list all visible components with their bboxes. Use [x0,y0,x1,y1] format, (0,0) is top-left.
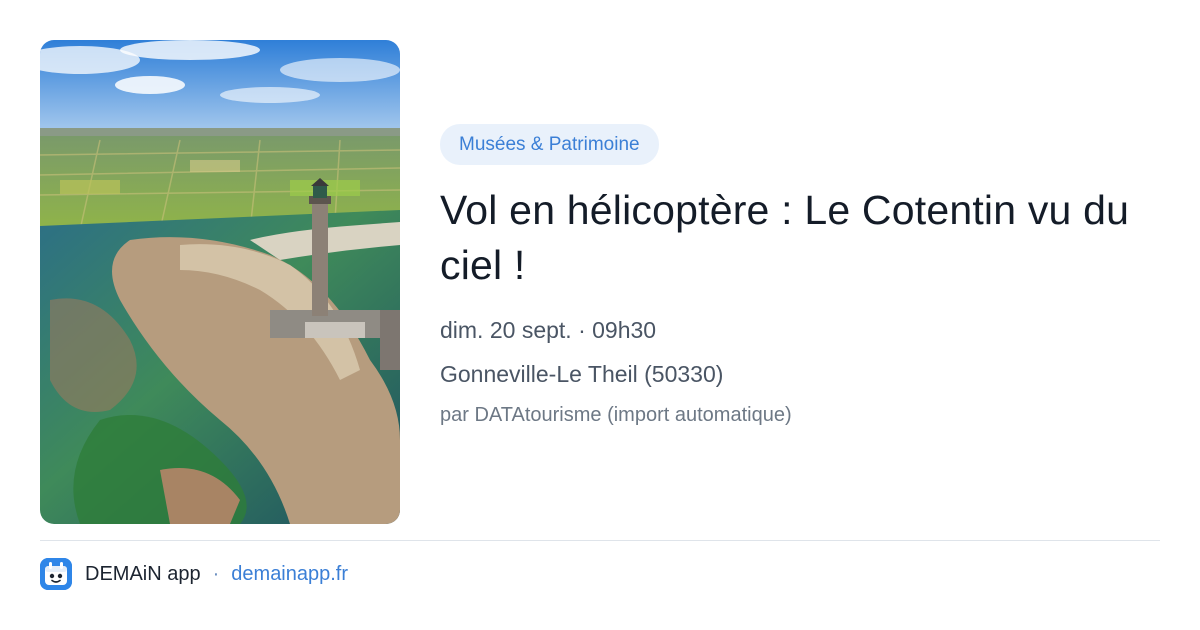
demain-app-logo-icon [40,558,72,590]
event-title[interactable]: Vol en hélicoptère : Le Cotentin vu du c… [440,183,1140,293]
footer-divider [40,540,1160,541]
app-url-link[interactable]: demainapp.fr [231,563,348,586]
event-image[interactable] [40,40,400,524]
event-date-time: dim. 20 sept. · 09h30 [440,317,657,343]
footer-separator: · [212,562,220,585]
category-badge[interactable]: Musées & Patrimoine [440,124,659,165]
app-name: DEMAiN app [85,562,201,585]
event-location: Gonneville-Le Theil (50330) [440,361,724,387]
aerial-lighthouse-coast-photo [40,40,400,524]
event-source: par DATAtourisme (import automatique) [440,404,792,426]
footer: DEMAiN app · demainapp.fr [40,558,348,590]
event-details: Musées & Patrimoine Vol en hélicoptère :… [440,124,1160,429]
